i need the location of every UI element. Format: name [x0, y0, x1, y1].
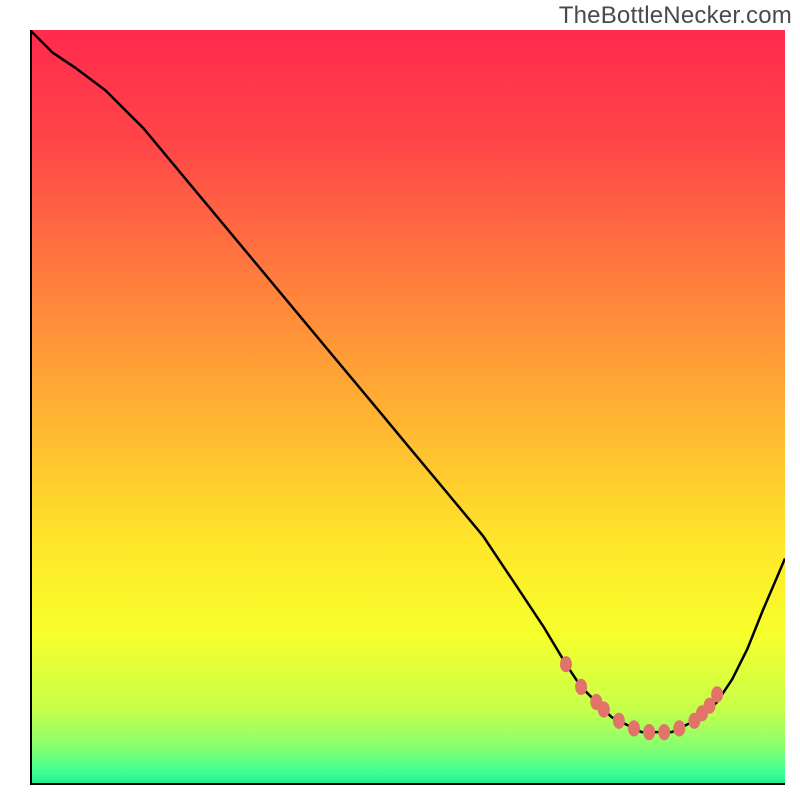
- curve-marker: [598, 701, 610, 717]
- curve-marker: [613, 713, 625, 729]
- plot-svg: [30, 30, 785, 785]
- curve-marker: [560, 656, 572, 672]
- curve-marker: [575, 679, 587, 695]
- curve-marker: [673, 720, 685, 736]
- curve-marker: [711, 686, 723, 702]
- curve-marker: [643, 724, 655, 740]
- chart-frame: TheBottleNecker.com: [0, 0, 800, 800]
- watermark-text: TheBottleNecker.com: [559, 2, 792, 30]
- background-gradient-rect: [30, 30, 785, 785]
- curve-marker: [628, 720, 640, 736]
- curve-marker: [658, 724, 670, 740]
- plot-area: [30, 30, 785, 785]
